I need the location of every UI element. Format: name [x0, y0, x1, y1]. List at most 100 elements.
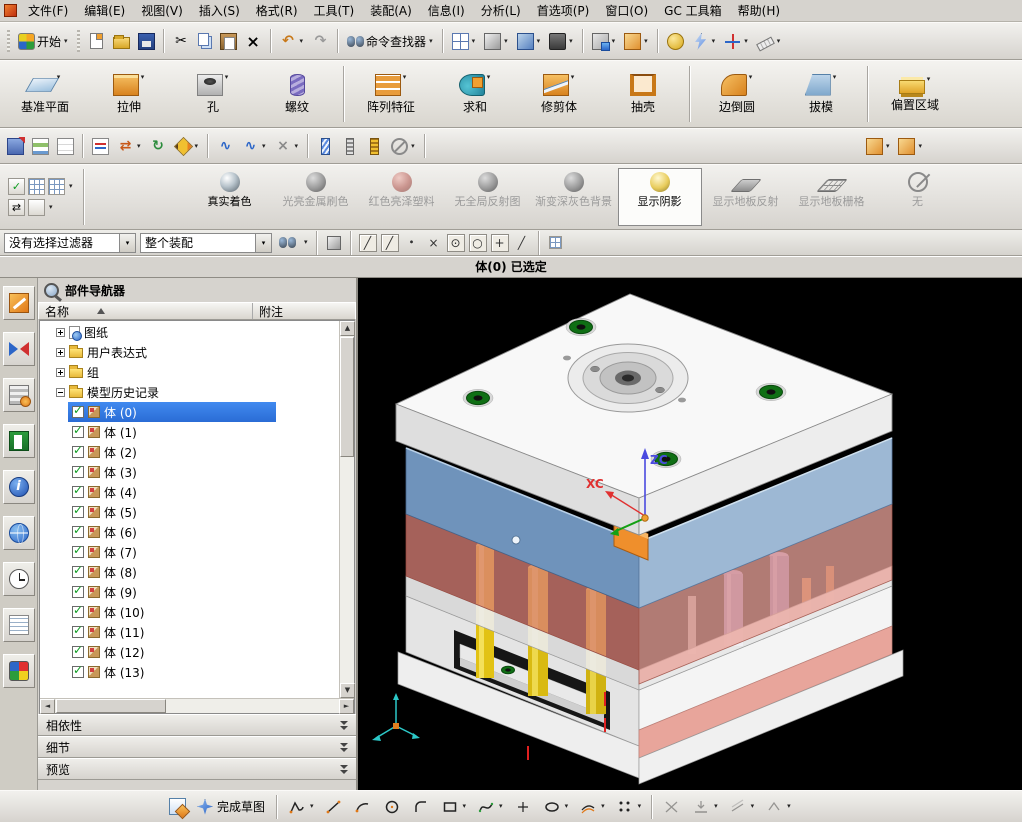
checkbox-checked-icon[interactable]: ✓ — [72, 463, 84, 478]
feature-button-thread[interactable]: 螺纹 — [256, 63, 338, 125]
dropdown-arrow-icon[interactable]: ▾ — [568, 37, 574, 45]
toolbar-grip[interactable] — [7, 30, 10, 52]
edit-display-button[interactable]: ▾ — [172, 135, 203, 158]
menu-item[interactable]: 信息(I) — [421, 1, 472, 20]
feature-button-unite[interactable]: ▾ 求和 — [434, 63, 516, 125]
tree-item-body[interactable]: ✓ 体 (6) — [40, 522, 339, 542]
point-button[interactable] — [510, 794, 536, 820]
dropdown-arrow-icon[interactable]: ▾ — [462, 803, 468, 810]
circle-button[interactable] — [379, 794, 405, 820]
none-tool-button[interactable]: ▾ — [388, 135, 419, 158]
snap-quadrant-toggle[interactable]: ○ — [468, 233, 487, 252]
render-no-reflection-button[interactable]: 无全局反射图 — [446, 168, 530, 226]
snap-tool-button[interactable]: ▾ — [689, 30, 720, 53]
dropdown-arrow-icon[interactable]: ▾ — [498, 803, 504, 810]
selection-scope-combo[interactable]: 整个装配 ▾ — [140, 232, 272, 253]
render-brushed-metal-button[interactable]: 光亮金属刷色 — [274, 168, 358, 226]
tree-item-user-expressions[interactable]: 用户表达式 — [40, 342, 339, 362]
snap-midpoint-toggle[interactable]: ╱ — [380, 233, 399, 252]
box-select-button[interactable] — [28, 199, 45, 216]
feature-button-extrude[interactable]: ▾ 拉伸 — [88, 63, 170, 125]
move-object-button[interactable]: ⇄ ▾ — [114, 135, 145, 158]
report-button[interactable] — [89, 135, 112, 158]
dropdown-arrow-icon[interactable]: ▾ — [711, 37, 717, 45]
tree-item-body[interactable]: ✓ 体 (9) — [40, 582, 339, 602]
graphics-viewport[interactable]: ZC XC — [358, 278, 1022, 790]
dropdown-arrow-icon[interactable]: ▾ — [786, 803, 792, 810]
tree-item-body[interactable]: ✓ 体 (0) — [40, 402, 339, 422]
table-button[interactable] — [28, 178, 45, 195]
scrollbar-thumb[interactable] — [340, 337, 354, 457]
expand-icon[interactable] — [56, 367, 65, 377]
tree-item-body[interactable]: ✓ 体 (2) — [40, 442, 339, 462]
dropdown-arrow-icon[interactable]: ▾ — [140, 73, 146, 81]
pattern-curve-button[interactable]: ▾ — [612, 794, 646, 820]
save-button[interactable] — [135, 30, 158, 53]
dropdown-arrow-icon[interactable]: ▾ — [748, 73, 754, 81]
scroll-right-button[interactable]: ► — [339, 699, 354, 714]
snap-intersection-toggle[interactable]: × — [425, 234, 443, 252]
snap-existing-point-toggle[interactable]: + — [490, 233, 509, 252]
rectangle-button[interactable]: ▾ — [437, 794, 471, 820]
snap-control-point-toggle[interactable]: ∙ — [403, 234, 421, 252]
mold-assembly-model[interactable]: ZC XC — [358, 278, 1022, 790]
line-button[interactable] — [321, 794, 347, 820]
dropdown-arrow-icon[interactable]: ▾ — [885, 142, 891, 150]
combo-dropdown-button[interactable]: ▾ — [119, 233, 135, 252]
dropdown-arrow-icon[interactable]: ▾ — [428, 37, 434, 45]
dropdown-arrow-icon[interactable]: ▾ — [261, 142, 267, 150]
dropdown-arrow-icon[interactable]: ▾ — [536, 37, 542, 45]
dropdown-arrow-icon[interactable]: ▾ — [637, 803, 643, 810]
feature-button-shell[interactable]: 抽壳 — [602, 63, 684, 125]
checkbox-checked-icon[interactable]: ✓ — [72, 583, 84, 598]
render-red-plastic-button[interactable]: 红色亮泽塑料 — [360, 168, 444, 226]
checkbox-checked-icon[interactable]: ✓ — [72, 503, 84, 518]
dropdown-arrow-icon[interactable]: ▾ — [600, 803, 606, 810]
navigator-section-header[interactable]: 相依性 — [38, 714, 356, 736]
checkbox-checked-icon[interactable]: ✓ — [72, 403, 84, 418]
vertical-scrollbar[interactable]: ▲ ▼ — [339, 321, 355, 698]
sidebar-tab-web-browser[interactable] — [2, 516, 35, 550]
rotate-object-button[interactable]: ↻ — [147, 135, 170, 158]
sidebar-tab-system-materials[interactable] — [2, 608, 35, 642]
apply-check-button[interactable]: ✓ — [8, 178, 25, 195]
dropdown-arrow-icon[interactable]: ▾ — [402, 73, 408, 81]
scrollbar-thumb[interactable] — [56, 699, 166, 713]
tree-item-body[interactable]: ✓ 体 (3) — [40, 462, 339, 482]
dropdown-arrow-icon[interactable]: ▾ — [299, 37, 305, 45]
double-chevron-icon[interactable] — [340, 720, 348, 731]
dropdown-arrow-icon[interactable]: ▾ — [63, 37, 69, 45]
sketch-task-button[interactable] — [166, 795, 189, 818]
navigator-section-header[interactable]: 细节 — [38, 736, 356, 758]
dropdown-arrow-icon[interactable]: ▾ — [743, 37, 749, 45]
menu-item[interactable]: 装配(A) — [363, 1, 419, 20]
tree-item-body[interactable]: ✓ 体 (7) — [40, 542, 339, 562]
menu-item[interactable]: 编辑(E) — [77, 1, 132, 20]
dropdown-arrow-icon[interactable]: ▾ — [194, 142, 200, 150]
move-face-button[interactable] — [4, 135, 27, 158]
snap-arc-center-toggle[interactable]: ⊙ — [446, 233, 465, 252]
scroll-up-button[interactable]: ▲ — [340, 321, 355, 336]
menu-item[interactable]: 视图(V) — [134, 1, 190, 20]
horizontal-scrollbar[interactable]: ◄ ► — [40, 698, 354, 714]
bolt-design-button[interactable] — [339, 135, 361, 158]
background-button[interactable]: ▾ — [546, 30, 577, 53]
render-floor-grid-button[interactable]: 显示地板栅格 — [790, 168, 874, 226]
paste-button[interactable] — [217, 30, 240, 53]
scroll-down-button[interactable]: ▼ — [340, 683, 355, 698]
navigator-section-header[interactable]: 预览 — [38, 758, 356, 780]
snap-cube-toggle[interactable] — [325, 234, 343, 252]
tree-item-body[interactable]: ✓ 体 (10) — [40, 602, 339, 622]
menu-item[interactable]: 窗口(O) — [598, 1, 655, 20]
double-chevron-icon[interactable] — [340, 742, 348, 753]
checkbox-checked-icon[interactable]: ✓ — [72, 563, 84, 578]
tree-item-drawing[interactable]: 图纸 — [40, 322, 339, 342]
menu-item[interactable]: 帮助(H) — [731, 1, 787, 20]
scroll-left-button[interactable]: ◄ — [40, 699, 55, 714]
selection-filter-combo[interactable]: 没有选择过滤器 ▾ — [4, 232, 136, 253]
dropdown-arrow-icon[interactable]: ▾ — [294, 142, 300, 150]
menu-item[interactable]: 分析(L) — [474, 1, 528, 20]
sidebar-tab-palette[interactable] — [2, 654, 35, 688]
curve-tool-1-button[interactable]: ∿ — [214, 135, 237, 158]
dropdown-arrow-icon[interactable]: ▾ — [224, 73, 230, 81]
